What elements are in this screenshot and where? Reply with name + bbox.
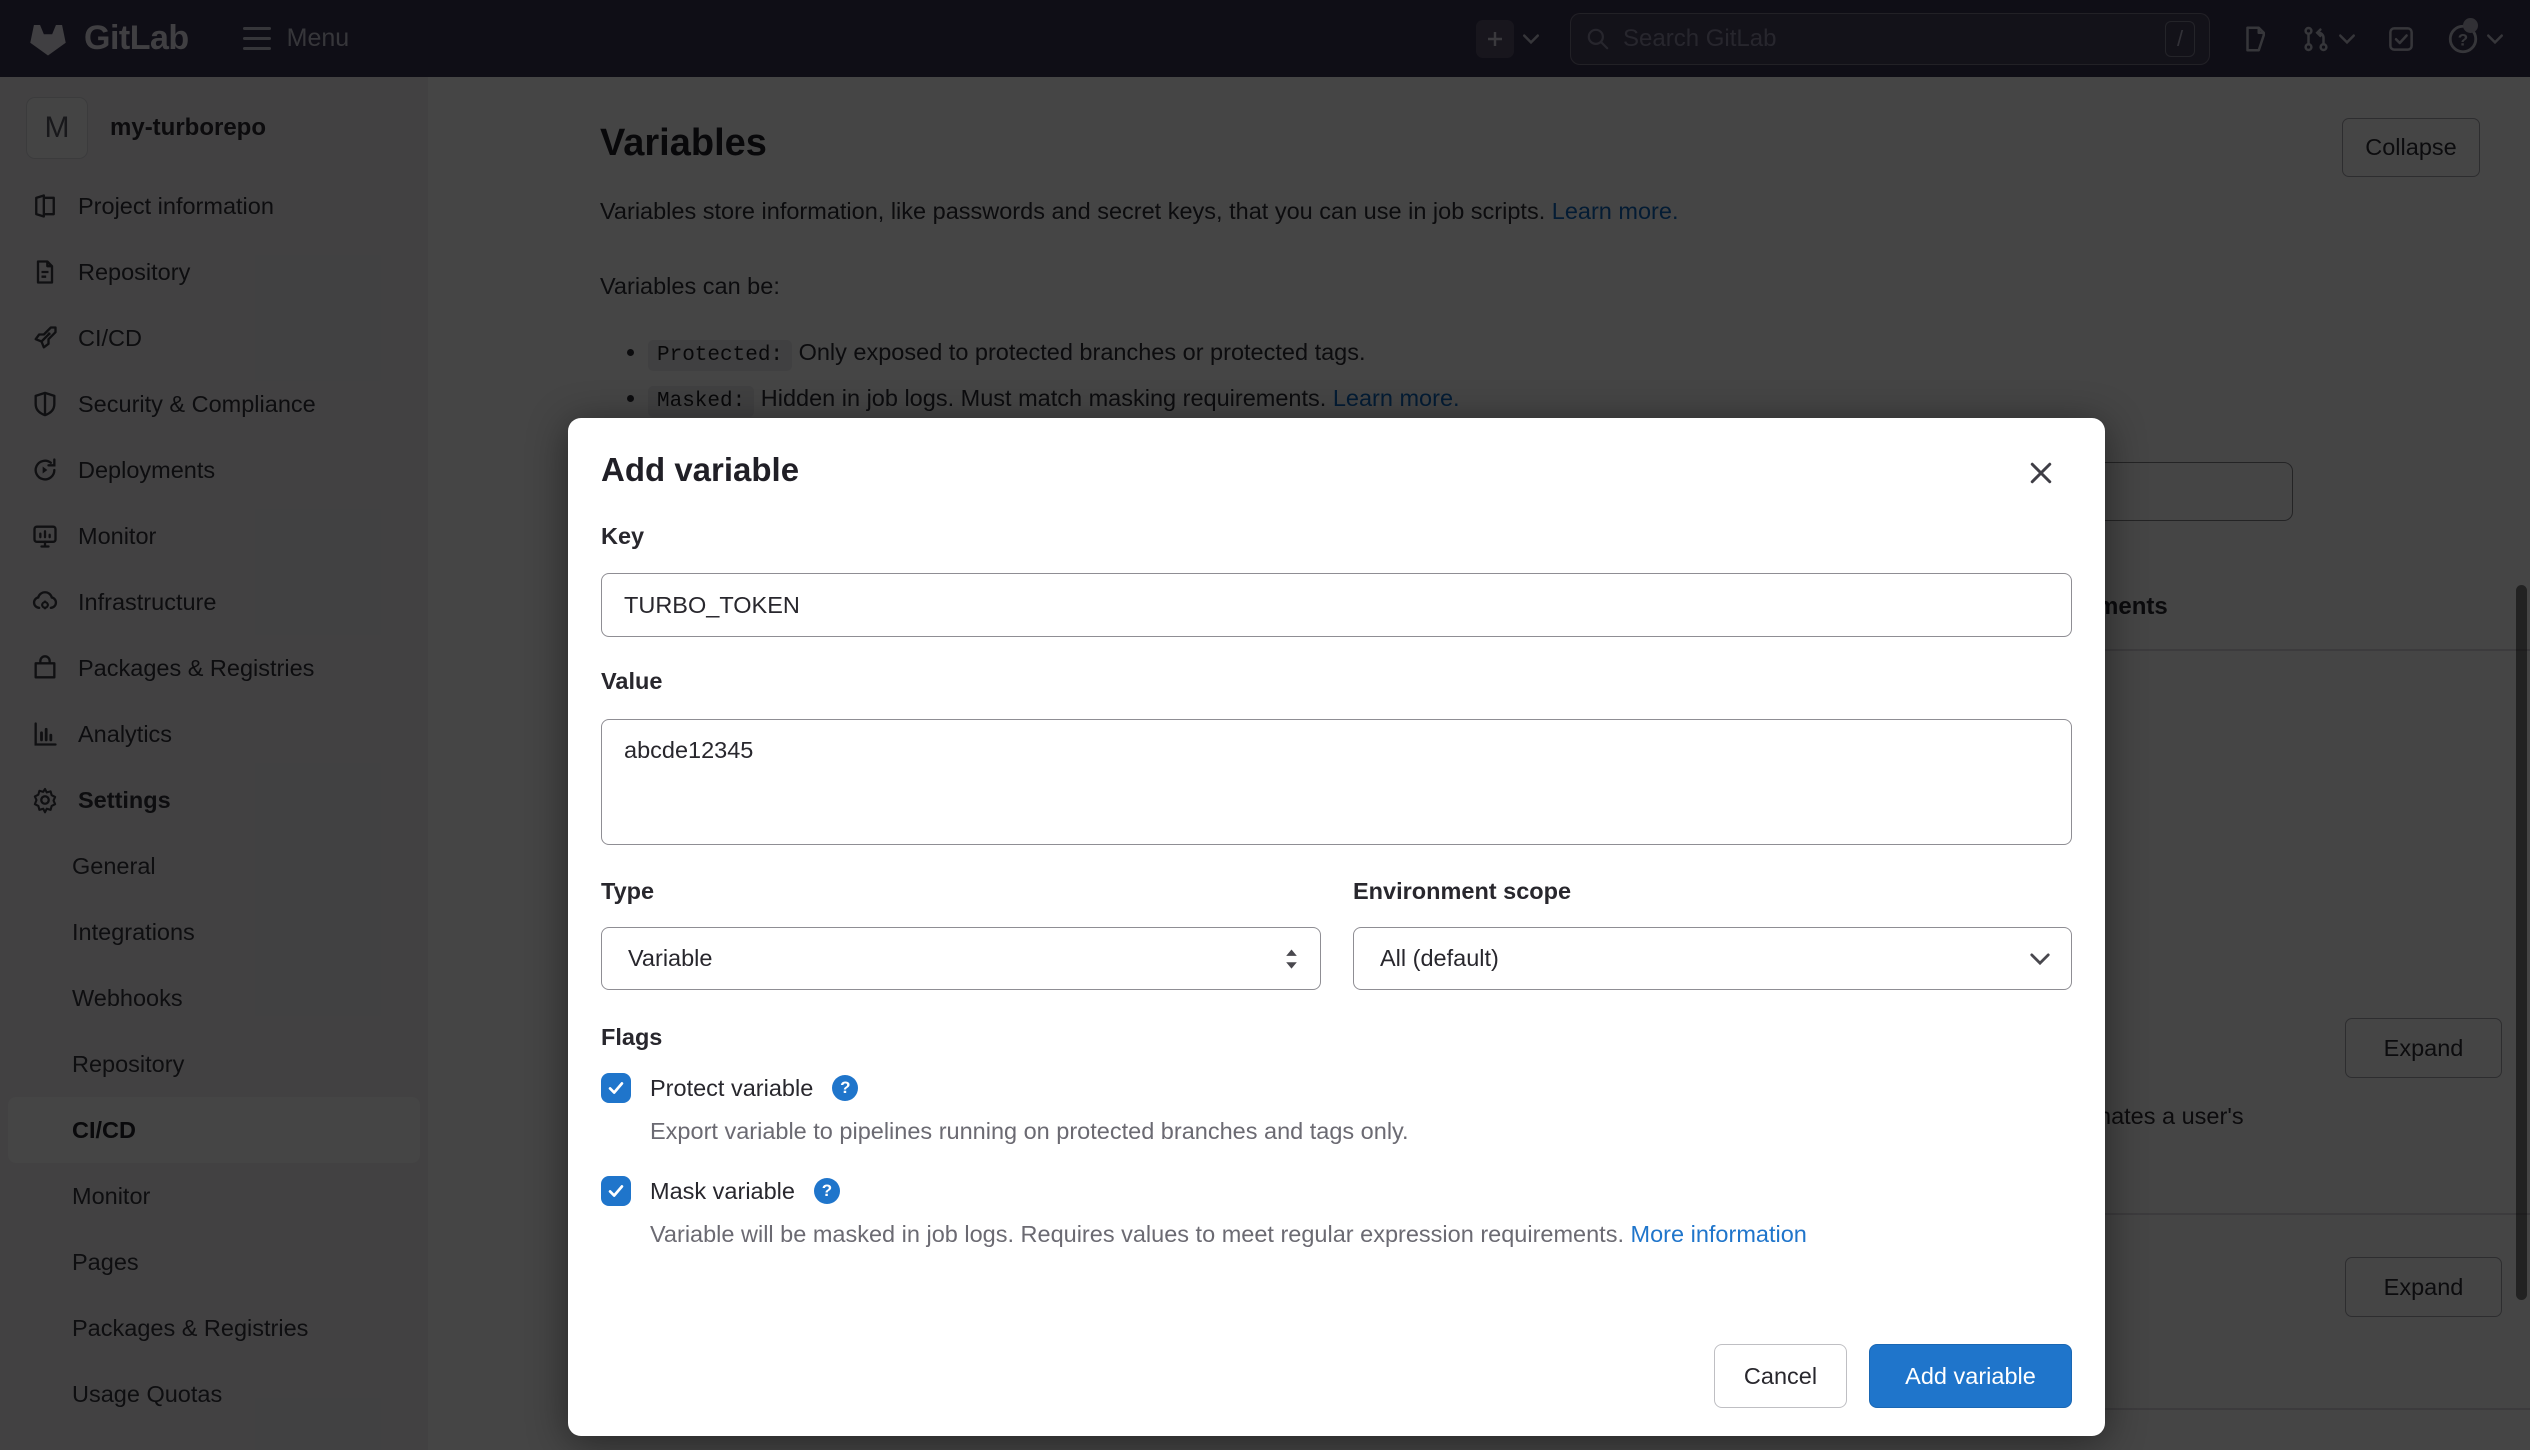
flags-label: Flags [601, 1024, 662, 1051]
mask-variable-label: Mask variable [650, 1178, 795, 1205]
value-label: Value [601, 668, 662, 695]
protect-variable-checkbox[interactable] [601, 1073, 631, 1103]
more-information-link[interactable]: More information [1631, 1221, 1807, 1247]
add-variable-button[interactable]: Add variable [1869, 1344, 2072, 1408]
scope-select-value: All (default) [1380, 945, 1499, 972]
modal-title: Add variable [601, 451, 799, 489]
mask-variable-row: Mask variable ? [601, 1176, 840, 1206]
type-label: Type [601, 878, 654, 905]
chevron-down-icon [2029, 952, 2051, 966]
mask-help-icon[interactable]: ? [814, 1178, 840, 1204]
checkmark-icon [606, 1078, 626, 1098]
protect-variable-help: Export variable to pipelines running on … [650, 1115, 1409, 1147]
environment-scope-select[interactable]: All (default) [1353, 927, 2072, 990]
value-textarea[interactable]: abcde12345 [601, 719, 2072, 845]
mask-variable-checkbox[interactable] [601, 1176, 631, 1206]
close-icon[interactable] [2021, 454, 2061, 494]
type-select-value: Variable [628, 945, 712, 972]
environment-scope-label: Environment scope [1353, 878, 1571, 905]
modal-footer: Cancel Add variable [1714, 1344, 2072, 1408]
select-arrows-icon [1283, 946, 1300, 972]
protect-variable-row: Protect variable ? [601, 1073, 858, 1103]
key-input[interactable] [601, 573, 2072, 637]
add-variable-modal: Add variable Key Value abcde12345 Type V… [568, 418, 2105, 1436]
cancel-button[interactable]: Cancel [1714, 1344, 1847, 1408]
mask-variable-help: Variable will be masked in job logs. Req… [650, 1218, 2050, 1250]
key-label: Key [601, 523, 644, 550]
protect-help-icon[interactable]: ? [832, 1075, 858, 1101]
type-select[interactable]: Variable [601, 927, 1321, 990]
protect-variable-label: Protect variable [650, 1075, 813, 1102]
checkmark-icon [606, 1181, 626, 1201]
